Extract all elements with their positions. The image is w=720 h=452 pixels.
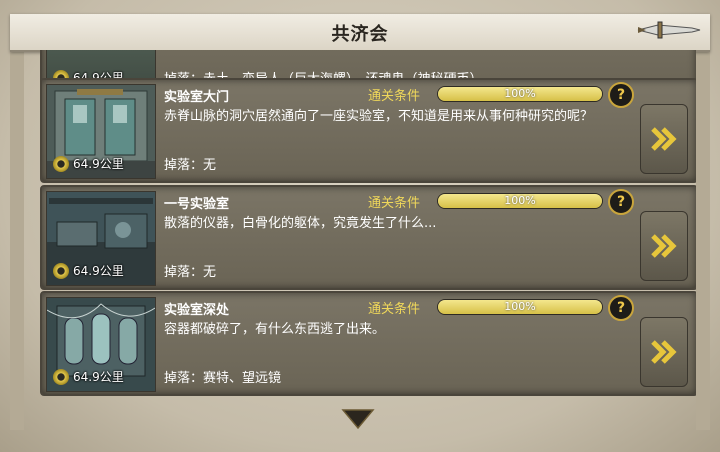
distance-text: 64.9公里 bbox=[73, 264, 124, 278]
stage-thumbnail: 64.9公里 bbox=[46, 84, 156, 179]
stage-card[interactable]: 64.9公里 实验室深处 通关条件 100% ? 容器都破碎了，有什么东西逃了出… bbox=[40, 291, 696, 396]
stage-description: 赤脊山脉的洞穴居然通向了一座实验室，不知道是用来从事何种研究的呢？ bbox=[164, 109, 594, 124]
distance-badge: 64.9公里 bbox=[53, 262, 124, 279]
stage-name: 一号实验室 bbox=[164, 197, 230, 212]
double-chevron-right-icon bbox=[651, 340, 677, 364]
condition-label[interactable]: 通关条件 bbox=[368, 85, 420, 104]
location-pin-icon bbox=[53, 155, 69, 172]
condition-label[interactable]: 通关条件 bbox=[368, 192, 420, 211]
page-title: 共济会 bbox=[331, 24, 389, 45]
drop-text: 掉落：赛特、望远镜 bbox=[164, 371, 282, 386]
enter-stage-button[interactable] bbox=[640, 317, 688, 387]
question-icon[interactable]: ? bbox=[608, 295, 634, 321]
progress-bar: 100% bbox=[437, 299, 603, 315]
distance-text: 64.9公里 bbox=[73, 370, 124, 384]
stage-thumbnail: 64.9公里 bbox=[46, 297, 156, 392]
down-triangle-icon[interactable] bbox=[340, 406, 376, 432]
game-window: 共济会 64.9公里 掉落：赤土、变异人（巨大海螺）、还魂鬼（神秘硬币） bbox=[0, 0, 720, 452]
condition-label[interactable]: 通关条件 bbox=[368, 298, 420, 317]
stage-card[interactable]: 64.9公里 实验室大门 通关条件 100% ? 赤脊山脉的洞穴居然通向了一座实… bbox=[40, 78, 696, 183]
stage-name: 实验室大门 bbox=[164, 90, 230, 105]
drop-text: 掉落：无 bbox=[164, 158, 217, 173]
distance-badge: 64.9公里 bbox=[53, 155, 124, 172]
question-icon[interactable]: ? bbox=[608, 189, 634, 215]
distance-badge: 64.9公里 bbox=[53, 368, 124, 385]
stage-description: 容器都破碎了，有什么东西逃了出来。 bbox=[164, 322, 386, 337]
stage-thumbnail: 64.9公里 bbox=[46, 191, 156, 286]
left-border bbox=[10, 50, 24, 430]
stage-description: 散落的仪器，白骨化的躯体，究竟发生了什么... bbox=[164, 216, 437, 231]
double-chevron-right-icon bbox=[651, 234, 677, 258]
progress-text: 100% bbox=[504, 87, 536, 100]
distance-text: 64.9公里 bbox=[73, 157, 124, 171]
progress-bar: 100% bbox=[437, 193, 603, 209]
stage-list[interactable]: 64.9公里 掉落：赤土、变异人（巨大海螺）、还魂鬼（神秘硬币） bbox=[32, 50, 696, 400]
location-pin-icon bbox=[53, 368, 69, 385]
enter-stage-button[interactable] bbox=[640, 104, 688, 174]
question-icon[interactable]: ? bbox=[608, 82, 634, 108]
stage-name: 实验室深处 bbox=[164, 303, 230, 318]
progress-text: 100% bbox=[504, 194, 536, 207]
drop-text: 掉落：无 bbox=[164, 265, 217, 280]
dagger-close-icon[interactable] bbox=[634, 16, 704, 44]
location-pin-icon bbox=[53, 262, 69, 279]
double-chevron-right-icon bbox=[651, 127, 677, 151]
progress-bar: 100% bbox=[437, 86, 603, 102]
enter-stage-button[interactable] bbox=[640, 211, 688, 281]
progress-text: 100% bbox=[504, 300, 536, 313]
right-border bbox=[696, 50, 710, 430]
stage-card[interactable]: 64.9公里 一号实验室 通关条件 100% ? 散落的仪器，白骨化的躯体，究竟… bbox=[40, 185, 696, 290]
